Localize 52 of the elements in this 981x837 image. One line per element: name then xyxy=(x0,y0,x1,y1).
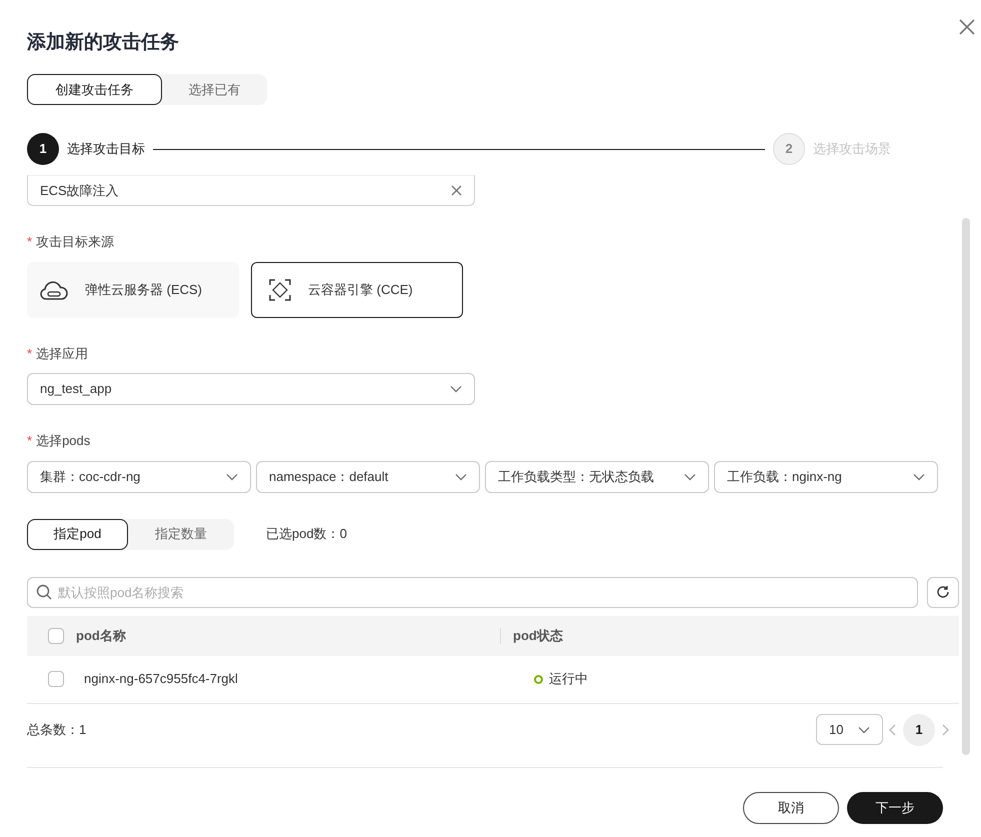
step-number: 1 xyxy=(27,133,59,165)
source-option[interactable]: 云容器引擎 (CCE) xyxy=(251,262,463,318)
checkbox[interactable] xyxy=(48,628,64,644)
app-select[interactable]: ng_test_app xyxy=(27,373,475,405)
filter-select[interactable]: 工作负载类型：无状态负载 xyxy=(485,460,709,492)
container-icon xyxy=(268,278,292,302)
chevron-down-icon xyxy=(226,472,238,480)
filter-select[interactable]: 工作负载：nginx-ng xyxy=(714,460,938,492)
step-label: 选择攻击目标 xyxy=(67,140,145,158)
required-mark: * xyxy=(27,432,32,450)
cancel-button[interactable]: 取消 xyxy=(743,792,839,824)
tab[interactable]: 选择已有 xyxy=(162,74,267,105)
tab[interactable]: 指定pod xyxy=(27,518,128,550)
source-option[interactable]: 弹性云服务器 (ECS) xyxy=(27,262,239,318)
clear-icon[interactable] xyxy=(451,185,462,196)
required-mark: * xyxy=(27,344,32,362)
step-label: 选择攻击场景 xyxy=(813,140,891,158)
tab[interactable]: 指定数量 xyxy=(128,518,234,550)
scenario-field[interactable]: ECS故障注入 xyxy=(27,175,475,206)
page-size-select[interactable]: 10 xyxy=(816,714,883,745)
field-label: 攻击目标来源 xyxy=(36,233,114,251)
chevron-left-icon[interactable] xyxy=(889,724,897,736)
total-count: 总条数：1 xyxy=(27,720,86,739)
close-icon[interactable] xyxy=(958,18,976,36)
refresh-icon xyxy=(936,585,950,599)
filter-select[interactable]: 集群：coc-cdr-ng xyxy=(27,460,251,492)
table-row[interactable]: nginx-ng-657c955fc4-7rgkl 运行中 xyxy=(27,656,959,704)
required-mark: * xyxy=(27,233,32,251)
scrollbar[interactable] xyxy=(962,218,970,755)
chevron-down-icon xyxy=(913,472,925,480)
dialog-title: 添加新的攻击任务 xyxy=(27,30,180,55)
search-icon xyxy=(36,584,52,600)
chevron-down-icon xyxy=(455,472,467,480)
step-number: 2 xyxy=(773,133,805,165)
field-label: 选择应用 xyxy=(36,344,88,362)
next-button[interactable]: 下一步 xyxy=(847,792,943,824)
selected-count: 已选pod数：0 xyxy=(266,525,347,544)
column-header: pod名称 xyxy=(76,626,127,645)
filter-select[interactable]: namespace：default xyxy=(256,460,480,492)
search-field[interactable]: 默认按照pod名称搜索 xyxy=(27,576,918,608)
column-header: pod状态 xyxy=(513,626,563,645)
table-cell-text: 运行中 xyxy=(549,670,588,688)
field-label: 选择pods xyxy=(36,432,90,450)
refresh-button[interactable] xyxy=(927,576,959,608)
tab[interactable]: 创建攻击任务 xyxy=(27,74,162,105)
chevron-right-icon[interactable] xyxy=(941,724,949,736)
table-cell-text: nginx-ng-657c955fc4-7rgkl xyxy=(84,670,239,688)
chevron-down-icon xyxy=(450,385,462,393)
chevron-down-icon xyxy=(684,472,696,480)
chevron-down-icon xyxy=(858,726,870,734)
page-button[interactable]: 1 xyxy=(903,714,935,746)
checkbox[interactable] xyxy=(48,671,64,687)
